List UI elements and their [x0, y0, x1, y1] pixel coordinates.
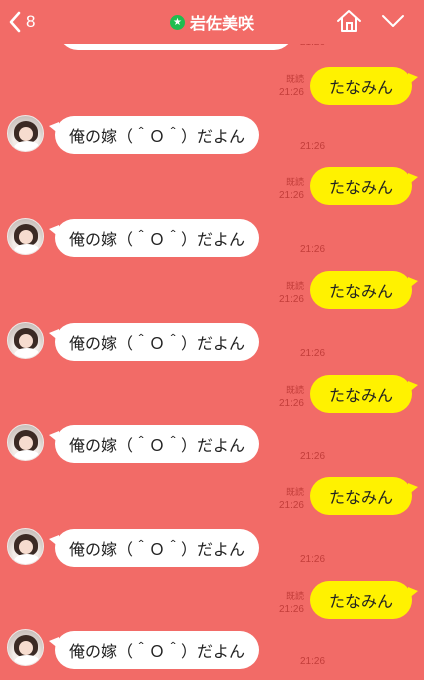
received-message-bubble[interactable]: 俺の嫁（＾Ｏ＾）だよん	[48, 116, 260, 154]
message-time: 21:26	[278, 294, 304, 305]
avatar[interactable]	[7, 528, 44, 565]
avatar[interactable]	[7, 424, 44, 461]
avatar[interactable]	[7, 115, 44, 152]
message-time: 21:26	[300, 451, 326, 462]
message-time: 21:26	[300, 141, 326, 152]
message-time: 21:26	[278, 87, 304, 98]
message-time: 21:26	[278, 398, 304, 409]
sent-message-bubble[interactable]: たなみん	[310, 581, 418, 619]
received-message-bubble[interactable]: 俺の嫁（＾Ｏ＾）だよん	[48, 425, 260, 463]
message-time: 21:26	[300, 244, 326, 255]
chat-title: 岩佐美咲	[189, 14, 254, 33]
message-time: 21:26	[300, 348, 326, 359]
read-receipt: 既読	[285, 488, 304, 498]
sent-message-bubble[interactable]: たなみん	[310, 167, 418, 205]
read-receipt: 既読	[285, 75, 304, 85]
message-time: 21:26	[278, 190, 304, 201]
read-receipt: 既読	[285, 592, 304, 602]
back-button[interactable]: 8	[8, 8, 35, 36]
message-meta: 既読 21:26	[279, 178, 304, 202]
message-time: 21:26	[278, 500, 304, 511]
avatar[interactable]	[7, 322, 44, 359]
unread-count: 8	[26, 12, 36, 31]
star-badge-icon: ★	[169, 14, 185, 30]
home-icon[interactable]	[336, 9, 362, 37]
message-meta: 既読 21:26	[279, 386, 304, 410]
message-meta: 既読 21:26	[279, 592, 304, 616]
sent-message-bubble[interactable]: たなみん	[310, 477, 418, 515]
received-message-bubble[interactable]: 俺の嫁（＾Ｏ＾）だよん	[48, 219, 260, 257]
avatar[interactable]	[7, 629, 44, 666]
received-message-bubble[interactable]: 俺の嫁（＾Ｏ＾）だよん	[48, 323, 260, 361]
sent-message-bubble[interactable]: たなみん	[310, 67, 418, 105]
chevron-left-icon	[8, 11, 22, 33]
message-meta: 既読 21:26	[279, 488, 304, 512]
message-meta: 既読 21:26	[279, 75, 304, 99]
read-receipt: 既読	[285, 386, 304, 396]
chat-header: 8 ★ 岩佐美咲	[0, 0, 424, 44]
sent-message-bubble[interactable]: たなみん	[310, 271, 418, 309]
chat-area: 21:26 既読 21:26 たなみん 俺の嫁（＾Ｏ＾）だよん 21:26 既読…	[0, 0, 424, 680]
chevron-down-icon[interactable]	[380, 12, 406, 34]
sent-message-bubble[interactable]: たなみん	[310, 375, 418, 413]
read-receipt: 既読	[285, 282, 304, 292]
message-time: 21:26	[300, 656, 326, 667]
received-message-bubble[interactable]: 俺の嫁（＾Ｏ＾）だよん	[48, 631, 260, 669]
read-receipt: 既読	[285, 178, 304, 188]
message-time: 21:26	[278, 604, 304, 615]
avatar[interactable]	[7, 218, 44, 255]
message-meta: 既読 21:26	[279, 282, 304, 306]
received-message-bubble[interactable]: 俺の嫁（＾Ｏ＾）だよん	[48, 529, 260, 567]
message-time: 21:26	[300, 554, 326, 565]
